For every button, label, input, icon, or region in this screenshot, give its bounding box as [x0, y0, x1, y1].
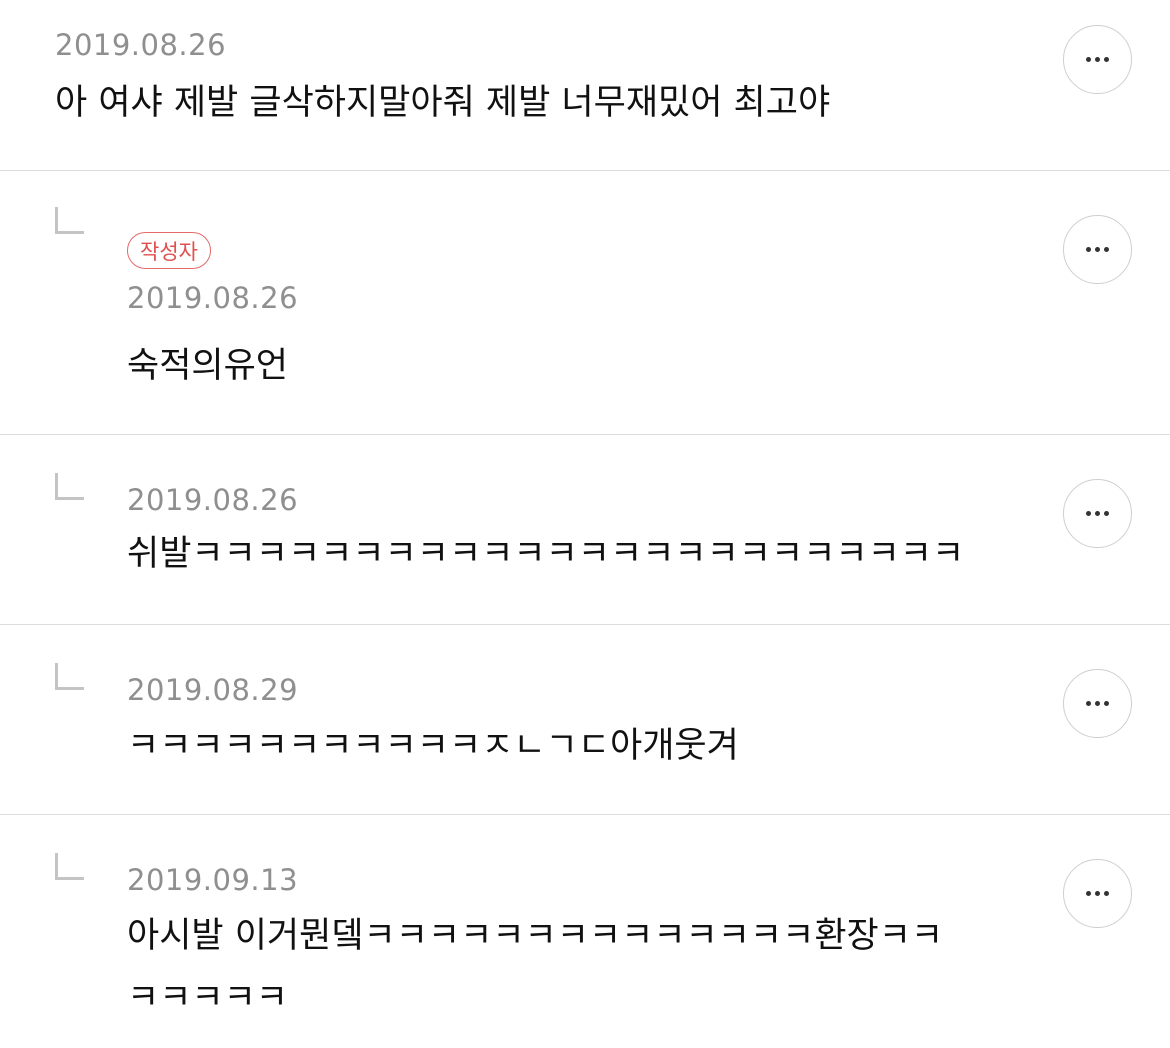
more-options-button[interactable]	[1063, 669, 1132, 738]
comment-date: 2019.08.26	[127, 483, 299, 517]
author-badge: 작성자	[127, 232, 211, 269]
more-horizontal-icon	[1086, 247, 1109, 252]
reply-arrow-icon	[55, 473, 84, 500]
reply-arrow-icon	[55, 207, 84, 234]
divider	[0, 434, 1170, 435]
comment-date: 2019.09.13	[127, 863, 299, 897]
more-horizontal-icon	[1086, 511, 1109, 516]
more-options-button[interactable]	[1063, 215, 1132, 284]
more-horizontal-icon	[1086, 701, 1109, 706]
more-options-button[interactable]	[1063, 479, 1132, 548]
comment-date: 2019.08.26	[55, 28, 227, 62]
more-options-button[interactable]	[1063, 25, 1132, 94]
comment-text: ㅋㅋㅋㅋㅋㅋㅋㅋㅋㅋㅋㅈㄴㄱㄷ아개웃겨	[127, 726, 739, 766]
comment-text: 아시발 이거뭔뎈ㅋㅋㅋㅋㅋㅋㅋㅋㅋㅋㅋㅋㅋㅋ환장ㅋㅋ ㅋㅋㅋㅋㅋ	[127, 916, 944, 1018]
comment-text: 숙적의유언	[127, 346, 289, 386]
comment-text: 아 여샤 제발 글삭하지말아줘 제발 너무재밌어 최고야	[55, 83, 831, 123]
more-options-button[interactable]	[1063, 859, 1132, 928]
reply-arrow-icon	[55, 663, 84, 690]
divider	[0, 170, 1170, 171]
divider	[0, 814, 1170, 815]
comment-date: 2019.08.26	[127, 281, 299, 315]
comment-text: 쉬발ㅋㅋㅋㅋㅋㅋㅋㅋㅋㅋㅋㅋㅋㅋㅋㅋㅋㅋㅋㅋㅋㅋㅋㅋ	[127, 534, 965, 574]
more-horizontal-icon	[1086, 57, 1109, 62]
comment-date: 2019.08.29	[127, 673, 299, 707]
divider	[0, 624, 1170, 625]
reply-arrow-icon	[55, 853, 84, 880]
more-horizontal-icon	[1086, 891, 1109, 896]
